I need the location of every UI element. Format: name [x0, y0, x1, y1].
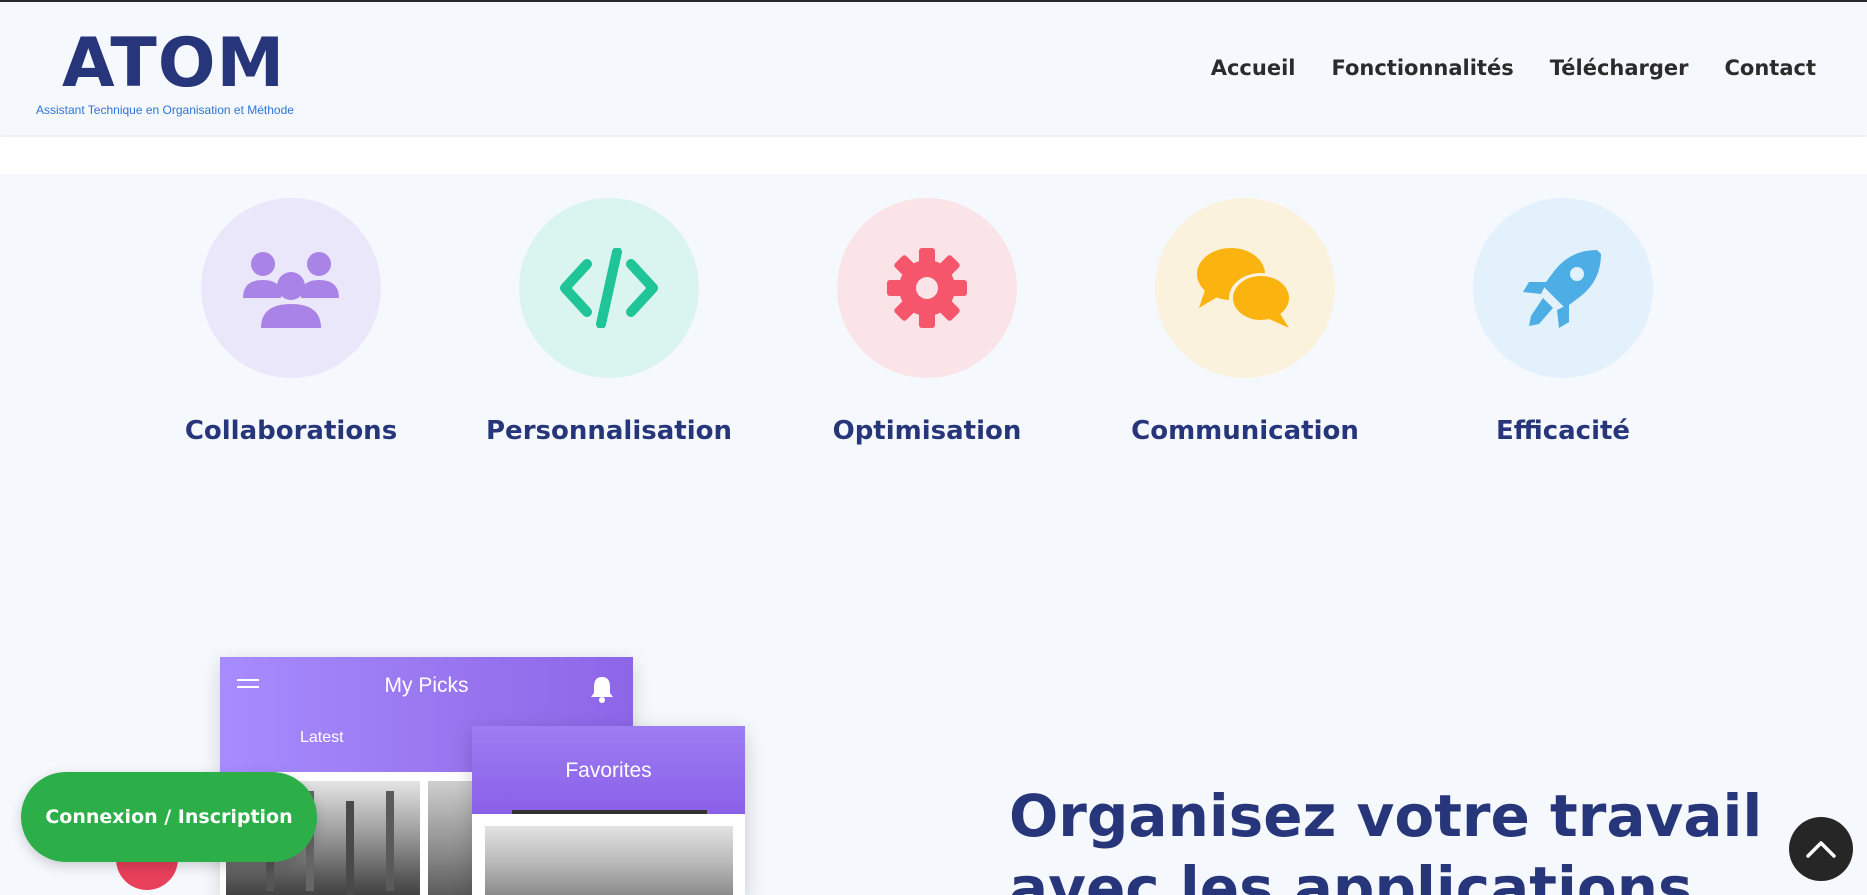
feature-optimisation: Optimisation: [767, 198, 1087, 446]
logo-tagline: Assistant Technique en Organisation et M…: [36, 103, 294, 117]
feature-efficacite: Efficacité: [1403, 198, 1723, 446]
app-bar: Favorites: [472, 726, 745, 814]
gear-icon: [887, 248, 967, 328]
feature-icon-circle: [1473, 198, 1653, 378]
feature-title: Personnalisation: [486, 416, 732, 446]
chevron-up-icon: [1806, 841, 1836, 858]
nav-contact[interactable]: Contact: [1725, 56, 1817, 80]
code-icon: [560, 248, 658, 328]
mockup-title: Favorites: [565, 759, 652, 782]
section-headline: Organisez votre travail avec les applica…: [1009, 780, 1762, 895]
nav-fonctionnalites[interactable]: Fonctionnalités: [1331, 56, 1513, 80]
feature-title: Efficacité: [1495, 416, 1631, 446]
feature-icon-circle: [837, 198, 1017, 378]
feature-collaborations: Collaborations: [131, 198, 451, 446]
mockup-tab-latest: Latest: [300, 729, 344, 746]
feature-icon-circle: [201, 198, 381, 378]
header-divider-strip: [0, 137, 1867, 174]
feature-title: Communication: [1131, 416, 1359, 446]
mockup-title: My Picks: [384, 674, 469, 697]
nav-telecharger[interactable]: Télécharger: [1550, 56, 1689, 80]
nav-accueil[interactable]: Accueil: [1211, 56, 1296, 80]
logo[interactable]: ATOM: [62, 30, 285, 98]
headline-line: Organisez votre travail: [1009, 782, 1763, 850]
feature-personnalisation: Personnalisation: [449, 198, 769, 446]
feature-title: Collaborations: [184, 416, 398, 446]
feature-communication: Communication: [1085, 198, 1405, 446]
rocket-icon: [1523, 250, 1601, 328]
headline-line: avec les applications: [1009, 854, 1693, 895]
feature-title: Optimisation: [832, 416, 1022, 446]
bell-icon: [591, 677, 613, 703]
scroll-to-top-button[interactable]: [1789, 817, 1853, 881]
tab-indicator: [512, 810, 707, 814]
mockup-photo: [485, 826, 733, 895]
feature-icon-circle: [1155, 198, 1335, 378]
phone-mockup-favorites: Favorites: [472, 726, 745, 895]
chat-icon: [1197, 248, 1293, 328]
feature-icon-circle: [519, 198, 699, 378]
main-nav: Accueil Fonctionnalités Télécharger Cont…: [1211, 56, 1816, 80]
users-icon: [243, 252, 339, 328]
site-header: ATOM Assistant Technique en Organisation…: [0, 2, 1867, 135]
login-signup-button[interactable]: Connexion / Inscription: [21, 772, 317, 862]
